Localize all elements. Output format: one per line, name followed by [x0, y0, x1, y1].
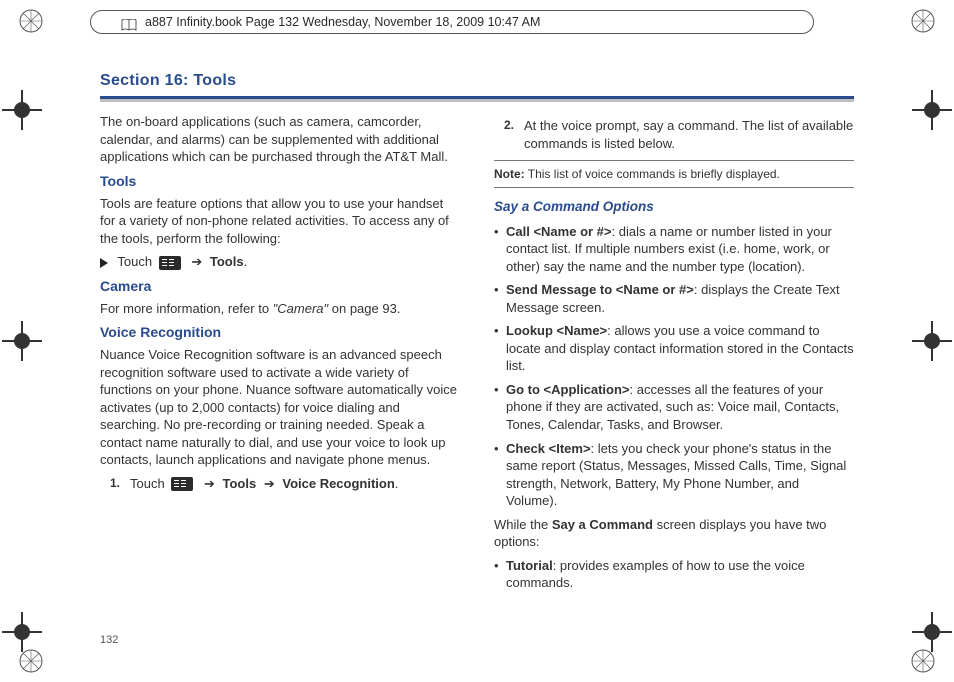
section-title: Section 16: Tools [100, 72, 854, 90]
crop-mark [2, 612, 42, 652]
list-item: Check <Item>: lets you check your phone'… [494, 440, 854, 510]
list-item: Lookup <Name>: allows you use a voice co… [494, 322, 854, 375]
print-registration-mark [18, 8, 44, 34]
menu-icon [159, 256, 181, 270]
triangle-bullet-icon [100, 258, 108, 268]
book-icon [121, 16, 137, 28]
crop-mark [912, 321, 952, 361]
tools-bold: Tools [210, 254, 244, 269]
touch-label: Touch [117, 254, 152, 269]
list-item: Tutorial: provides examples of how to us… [494, 557, 854, 592]
command-options-list: Call <Name or #>: dials a name or number… [494, 223, 854, 510]
note-label: Note: [494, 167, 525, 181]
page-header: a887 Infinity.book Page 132 Wednesday, N… [90, 10, 814, 34]
page-number: 132 [100, 634, 118, 646]
page-content: Section 16: Tools The on-board applicati… [100, 72, 854, 642]
arrow-icon: ➔ [191, 254, 202, 269]
camera-body: For more information, refer to "Camera" … [100, 300, 460, 318]
crop-mark [2, 321, 42, 361]
right-column: 2. At the voice prompt, say a command. T… [494, 113, 854, 598]
header-text: a887 Infinity.book Page 132 Wednesday, N… [145, 11, 540, 33]
step-number: 1. [110, 475, 120, 493]
say-command-heading: Say a Command Options [494, 198, 854, 216]
tools-body: Tools are feature options that allow you… [100, 195, 460, 248]
left-column: The on-board applications (such as camer… [100, 113, 460, 598]
crop-mark [912, 90, 952, 130]
tutorial-list: Tutorial: provides examples of how to us… [494, 557, 854, 592]
step-number: 2. [504, 117, 514, 152]
list-item: Go to <Application>: accesses all the fe… [494, 381, 854, 434]
while-paragraph: While the Say a Command screen displays … [494, 516, 854, 551]
print-registration-mark [910, 8, 936, 34]
crop-mark [2, 90, 42, 130]
title-rule [100, 96, 854, 99]
tools-step: Touch ➔ Tools. [100, 253, 460, 271]
step-1-body: Touch ➔ Tools ➔ Voice Recognition. [130, 475, 460, 493]
arrow-icon: ➔ [204, 476, 215, 491]
note: Note: This list of voice commands is bri… [494, 160, 854, 188]
camera-reference: "Camera" [273, 301, 328, 316]
arrow-icon: ➔ [264, 476, 275, 491]
step-2-body: At the voice prompt, say a command. The … [524, 117, 854, 152]
step-1: 1. Touch ➔ Tools ➔ Voice Recognition. [110, 475, 460, 493]
voice-body: Nuance Voice Recognition software is an … [100, 346, 460, 469]
menu-icon [171, 477, 193, 491]
list-item: Call <Name or #>: dials a name or number… [494, 223, 854, 276]
intro-paragraph: The on-board applications (such as camer… [100, 113, 460, 166]
camera-heading: Camera [100, 277, 460, 296]
list-item: Send Message to <Name or #>: displays th… [494, 281, 854, 316]
note-body: This list of voice commands is briefly d… [525, 167, 780, 181]
step-2: 2. At the voice prompt, say a command. T… [504, 117, 854, 152]
tools-heading: Tools [100, 172, 460, 191]
crop-mark [912, 612, 952, 652]
voice-recognition-heading: Voice Recognition [100, 323, 460, 342]
